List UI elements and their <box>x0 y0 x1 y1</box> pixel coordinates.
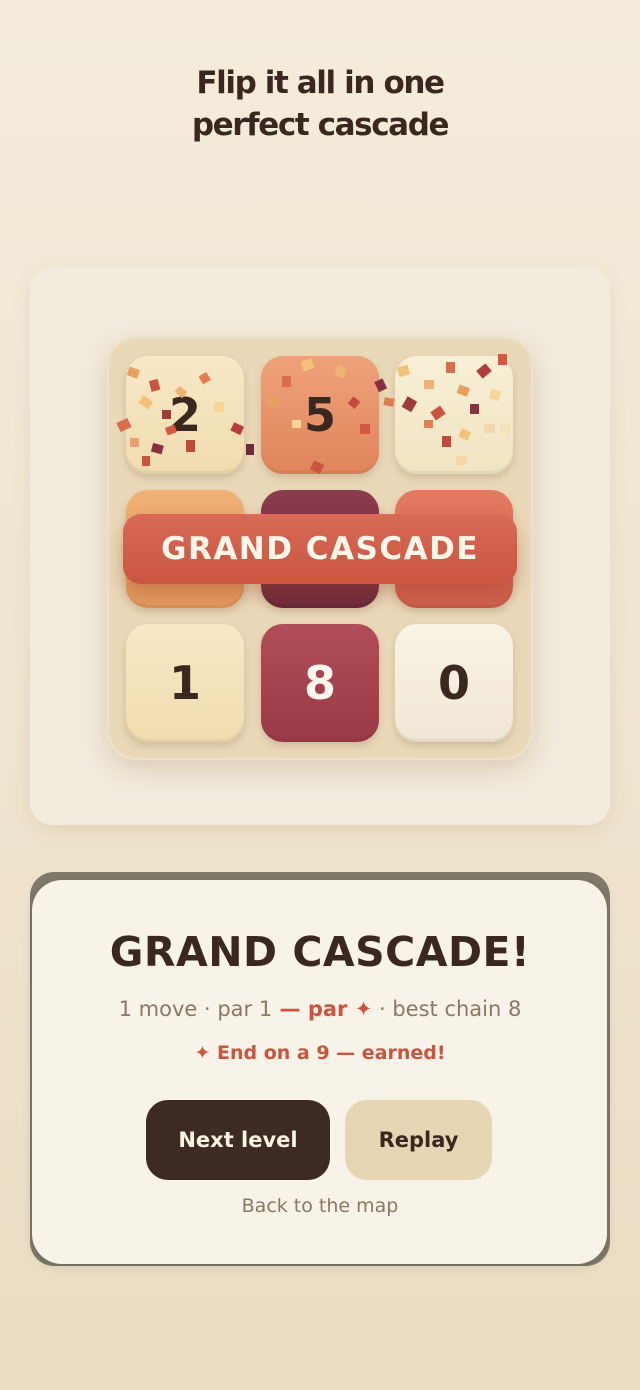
result-title: GRAND CASCADE! <box>109 928 531 976</box>
stats-best-chain: · best chain 8 <box>372 997 522 1021</box>
tile-r1c2[interactable]: 5 <box>261 356 379 474</box>
next-level-button[interactable]: Next level <box>146 1100 330 1180</box>
stats-moves: 1 move · par 1 <box>118 997 273 1021</box>
bonus-earned: ✦ End on a 9 — earned! <box>194 1042 446 1064</box>
back-to-map-link[interactable]: Back to the map <box>0 1195 640 1217</box>
result-stats: 1 move · par 1 — par ✦ · best chain 8 <box>0 997 640 1021</box>
headline: Flip it all in one perfect cascade <box>0 62 640 146</box>
stats-par-badge: — par ✦ <box>272 997 373 1021</box>
tile-r3c2[interactable]: 8 <box>261 624 379 742</box>
replay-button[interactable]: Replay <box>345 1100 492 1180</box>
tile-r3c3[interactable]: 0 <box>395 624 513 742</box>
headline-line-2: perfect cascade <box>191 107 450 143</box>
tile-r1c1[interactable]: 2 <box>126 356 244 474</box>
grand-cascade-banner: GRAND CASCADE <box>123 514 517 584</box>
headline-line-1: Flip it all in one <box>196 65 445 101</box>
tile-r3c1[interactable]: 1 <box>126 624 244 742</box>
tile-r1c3[interactable] <box>395 356 513 474</box>
